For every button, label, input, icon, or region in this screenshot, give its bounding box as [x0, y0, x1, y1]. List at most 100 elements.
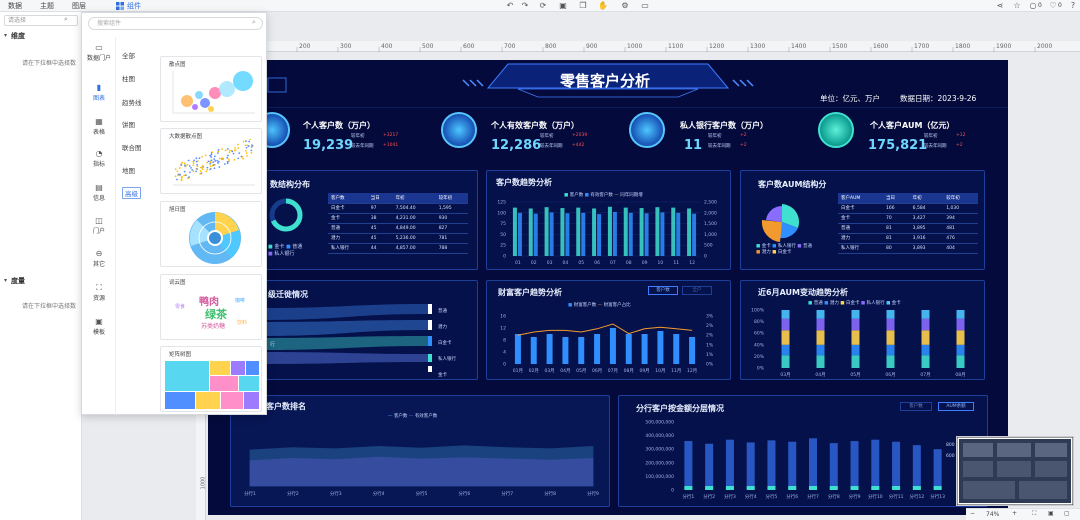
kpi-avatar-icon [629, 112, 665, 148]
minimap[interactable] [956, 436, 1074, 506]
table-header-cell: 当日 [882, 193, 910, 204]
bar-有效客户数 [565, 213, 570, 256]
scatter-dot [180, 175, 183, 178]
wealth-toggle-all[interactable]: 全户 [682, 286, 712, 295]
tab-theme[interactable]: 主题 [40, 0, 54, 12]
card-wordcloud[interactable]: 词云图 鸭肉 绿茶 苏类奶糖 零食 咖啡 饮料 [160, 274, 262, 340]
scatter-dot [174, 175, 177, 178]
bar [892, 441, 901, 490]
subcategory-all[interactable]: 全部 [122, 50, 135, 60]
ruler-tick-label: 400 [381, 43, 393, 50]
subcategory-advanced[interactable]: 高级 [122, 187, 141, 199]
tab-component[interactable]: 组件 [127, 0, 141, 12]
category-chart[interactable]: ▮ 图表 [82, 83, 116, 102]
wealth-toggle-customers[interactable]: 客户数 [648, 286, 678, 295]
kpi-title: 个人客户数（万户） [303, 121, 375, 130]
category-info[interactable]: ▤ 信息 [82, 183, 116, 202]
panel-title: 客户数排名 [266, 402, 306, 411]
y-tick-label: 100,000,000 [645, 474, 674, 480]
bar-客户数 [639, 208, 644, 256]
y2-tick-label: 1,500 [704, 221, 717, 227]
bar-segment-白金卡 [956, 330, 965, 345]
help-icon[interactable]: ? [1068, 1, 1078, 11]
side-label: 800 [946, 443, 955, 448]
subcategory-trend[interactable]: 趋势线 [122, 97, 142, 107]
branch-toggle-customers[interactable]: 客户数 [900, 402, 932, 411]
comment-icon[interactable]: ○ [1028, 1, 1038, 11]
scatter-dot [250, 151, 253, 154]
tab-data[interactable]: 数据 [8, 0, 22, 12]
like-icon[interactable]: ♡ [1048, 1, 1058, 11]
subcategory-bar[interactable]: 柱图 [122, 73, 135, 83]
x-tick-label: 分行3 [330, 490, 342, 497]
category-portal[interactable]: ◫ 门户 [82, 216, 116, 235]
category-template[interactable]: ▣ 模板 [82, 317, 116, 336]
zoom-in-icon[interactable]: + [1012, 510, 1017, 517]
bar-有效客户数 [644, 213, 649, 256]
zoom-level[interactable]: 74% [986, 511, 999, 518]
bar-财富客户数 [689, 337, 696, 364]
bar-segment-普通 [921, 355, 930, 368]
copy-icon[interactable]: ❐ [578, 1, 588, 11]
undo-icon[interactable]: ↶ [505, 1, 515, 11]
kpi-title: 个人有效客户数（万户） [491, 121, 579, 130]
fit-screen-icon[interactable]: ⛶ [1032, 510, 1036, 518]
table-cell: 45 [367, 233, 393, 244]
x-tick-label: 分行13 [930, 493, 945, 500]
minimap-toggle-icon[interactable]: ▣ [1048, 510, 1054, 517]
category-table[interactable]: ▦ 表格 [82, 117, 116, 136]
legend-label: 普通 [802, 244, 812, 249]
dashboard-canvas[interactable]: 零售客户分析 行 单位：亿元、万户 数据日期：2023-9-26 个人客户数（万… [208, 60, 1008, 515]
component-search-input[interactable]: 搜索组件 [88, 17, 263, 30]
kpi-value: 19,239 [303, 138, 354, 153]
bar-segment-金卡 [886, 310, 895, 319]
scatter-thumbnail [172, 71, 255, 114]
unit-label: 单位：亿元、万户 [820, 94, 880, 103]
bar-财富客户数 [673, 334, 680, 364]
collapse-icon[interactable]: ▾ [4, 32, 7, 39]
category-indicator[interactable]: ◔ 指标 [82, 149, 116, 168]
subcategory-pie[interactable]: 饼图 [122, 119, 135, 129]
category-other[interactable]: ⊖ 其它 [82, 249, 116, 268]
redo-icon[interactable]: ↷ [520, 1, 530, 11]
measure-hint: 请在下拉框中选择数 [22, 303, 77, 310]
card-treemap[interactable]: 矩阵树图 [160, 346, 262, 412]
x-tick-label: 09 [642, 260, 648, 266]
refresh-icon[interactable]: ⟳ [538, 1, 548, 11]
table-icon: ▦ [95, 117, 103, 126]
hand-icon[interactable]: ✋ [598, 1, 608, 11]
scatter-dot [231, 150, 234, 153]
x-tick-label: 分行7 [501, 490, 513, 497]
y-tick-label: 4 [503, 350, 506, 356]
star-icon[interactable]: ☆ [1012, 1, 1022, 11]
category-data-portal[interactable]: ▭ 数据门户 [82, 43, 116, 62]
share-icon[interactable]: ⋖ [995, 1, 1005, 11]
subcategory-map[interactable]: 地图 [122, 165, 135, 175]
bar-segment-金卡 [921, 310, 930, 319]
y-tick-label: 0 [503, 362, 506, 368]
component-category-sidebar: ▭ 数据门户 ▮ 图表 ▦ 表格 ◔ 指标 ▤ 信息 ◫ 门户 ⊖ 其它 ⛶ 资源 ▣ 模板 [82, 37, 116, 415]
fullscreen-icon[interactable]: ▢ [1064, 510, 1070, 517]
subcategory-combo[interactable]: 联合图 [122, 142, 142, 152]
save-icon[interactable]: ▣ [558, 1, 568, 11]
scatter-dot [210, 156, 213, 158]
ruler-tick-label: 800 [545, 43, 557, 50]
y-tick-label: 400,000,000 [645, 433, 674, 439]
preview-icon[interactable]: ▭ [640, 1, 650, 11]
zoom-out-icon[interactable]: − [970, 510, 975, 517]
card-scatter[interactable]: 散点图 [160, 56, 262, 122]
card-sunburst[interactable]: 旭日图 [160, 201, 262, 267]
card-big-scatter[interactable]: 大数据散点图 [160, 128, 262, 194]
legend-label: 有效客户数 [414, 414, 438, 419]
settings-icon[interactable]: ⚙ [620, 1, 630, 11]
panel-title: 客户数AUM结构分 [758, 180, 827, 189]
tab-layer[interactable]: 图层 [72, 0, 86, 12]
bar-财富客户数 [514, 334, 521, 364]
category-resource[interactable]: ⛶ 资源 [82, 283, 116, 302]
branch-toggle-aum[interactable]: AUM余额 [938, 402, 974, 411]
scatter-dot [216, 159, 219, 162]
collapse-icon[interactable]: ▾ [4, 277, 7, 284]
scatter-dot [199, 170, 202, 173]
scatter-dot [184, 174, 187, 177]
table-cell: 普通 [328, 223, 368, 234]
